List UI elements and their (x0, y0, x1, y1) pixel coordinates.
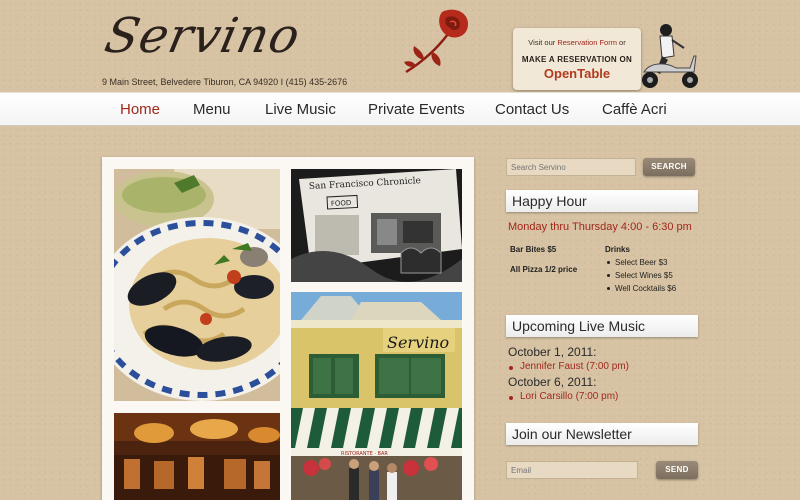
servino-logo[interactable]: Servino (100, 6, 468, 74)
scooter-rider-icon (642, 24, 698, 88)
opentable-link[interactable]: OpenTable (513, 66, 641, 81)
email-field[interactable] (506, 461, 638, 479)
logo-text: Servino (100, 8, 306, 64)
pasta-photo (114, 169, 280, 401)
main-nav: Home Menu Live Music Private Events Cont… (0, 92, 800, 126)
event-performer-link[interactable]: Lori Carsillo (7:00 pm) (508, 391, 618, 402)
nav-private-events[interactable]: Private Events (368, 101, 465, 118)
pizza-label: All Pizza 1/2 price (510, 265, 578, 274)
newsletter-title: Join our Newsletter (506, 423, 698, 445)
photo-gallery: San Francisco Chronicle FOOD Servino RIS… (102, 157, 474, 500)
list-item: Well Cocktails $6 (605, 282, 676, 295)
drinks-list: Select Beer $3 Select Wines $5 Well Cock… (605, 256, 676, 295)
reservation-form-link[interactable]: Reservation Form (557, 38, 617, 47)
bar-bites-label: Bar Bites $5 (510, 245, 557, 254)
make-reservation-label: MAKE A RESERVATION ON (521, 55, 633, 64)
nav-contact-us[interactable]: Contact Us (495, 101, 569, 118)
nav-home[interactable]: Home (120, 101, 160, 118)
search-input[interactable] (506, 158, 636, 176)
event-date: October 6, 2011: (508, 375, 597, 389)
send-button[interactable]: SEND (656, 461, 698, 479)
nav-menu[interactable]: Menu (193, 101, 231, 118)
event-performer-link[interactable]: Jennifer Faust (7:00 pm) (509, 361, 629, 372)
nav-caffe-acri[interactable]: Caffè Acri (602, 101, 667, 118)
list-item: Select Beer $3 (605, 256, 676, 269)
storefront-sign: Servino (387, 333, 449, 352)
search-button[interactable]: SEARCH (643, 158, 695, 176)
event-date: October 1, 2011: (508, 345, 597, 359)
storefront-photo: Servino RISTORANTE · BAR (291, 292, 462, 500)
list-item: Select Wines $5 (605, 269, 676, 282)
nav-live-music[interactable]: Live Music (265, 101, 336, 118)
newspaper-photo: San Francisco Chronicle FOOD (291, 169, 462, 282)
reservation-visit-line: Visit our Reservation Form or (528, 38, 626, 47)
happy-hour-title: Happy Hour (506, 190, 698, 212)
newspaper-section: FOOD (331, 199, 352, 208)
rose-icon (404, 9, 468, 74)
drinks-title: Drinks (605, 245, 630, 254)
address-phone: 9 Main Street, Belvedere Tiburon, CA 949… (102, 77, 348, 87)
reservation-card[interactable]: Visit our Reservation Form or MAKE A RES… (513, 28, 641, 90)
interior-photo (114, 413, 280, 500)
happy-hour-schedule: Monday thru Thursday 4:00 - 6:30 pm (508, 221, 692, 233)
live-music-title: Upcoming Live Music (506, 315, 698, 337)
